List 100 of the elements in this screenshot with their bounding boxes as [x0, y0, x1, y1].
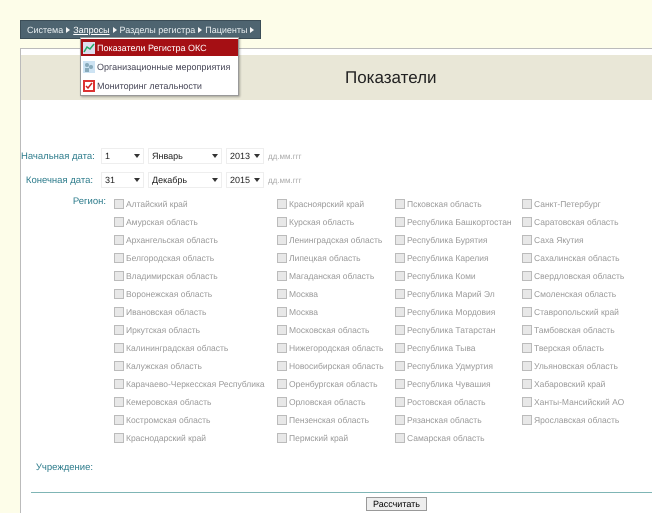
region-name: Республика Мордовия [407, 307, 496, 317]
region-name: Архангельская область [126, 235, 218, 245]
region-checkbox[interactable] [395, 289, 405, 299]
region-name: Рязанская область [407, 415, 482, 425]
region-checkbox[interactable] [114, 415, 124, 425]
region-name: Новосибирская область [289, 361, 384, 371]
calculate-button[interactable]: Рассчитать [366, 497, 427, 511]
region-checkbox[interactable] [522, 415, 532, 425]
region-checkbox[interactable] [277, 271, 287, 281]
region-checkbox[interactable] [277, 343, 287, 353]
region-label: Регион: [72, 196, 107, 207]
region-name: Тверская область [534, 343, 604, 353]
dropdown-item[interactable]: Показатели Регистра ОКС [81, 39, 238, 56]
checklist-icon [83, 80, 95, 92]
region-name: Свердловская область [534, 271, 624, 281]
day-select[interactable]: 31 [101, 172, 144, 188]
region-name: Кемеровская область [126, 397, 212, 407]
arrow-icon [66, 26, 70, 32]
menu-item[interactable]: Разделы регистра [120, 24, 196, 34]
region-checkbox[interactable] [395, 325, 405, 335]
region-checkbox[interactable] [277, 433, 287, 443]
region-checkbox[interactable] [114, 325, 124, 335]
region-checkbox[interactable] [522, 361, 532, 371]
region-checkbox[interactable] [114, 379, 124, 389]
region-checkbox[interactable] [277, 289, 287, 299]
region-name: Карачаево-Черкесская Республика [126, 379, 265, 389]
date-label: Начальная дата: [21, 150, 96, 162]
region-checkbox[interactable] [522, 379, 532, 389]
region-checkbox[interactable] [277, 253, 287, 263]
region-name: Ростовская область [407, 397, 486, 407]
region-checkbox[interactable] [395, 217, 405, 227]
region-name: Ставропольский край [534, 307, 619, 317]
region-checkbox[interactable] [522, 343, 532, 353]
region-checkbox[interactable] [522, 325, 532, 335]
region-checkbox[interactable] [114, 361, 124, 371]
region-name: Московская область [289, 325, 370, 335]
date-format-hint: дд.мм.ггг [268, 152, 302, 160]
region-checkbox[interactable] [395, 271, 405, 281]
region-name: Смоленская область [534, 289, 616, 299]
region-checkbox[interactable] [114, 397, 124, 407]
region-checkbox[interactable] [277, 307, 287, 317]
region-name: Пермский край [289, 433, 348, 443]
region-name: Пензенская область [289, 415, 370, 425]
menu-item[interactable]: Запросы [73, 24, 110, 34]
region-checkbox[interactable] [395, 415, 405, 425]
region-checkbox[interactable] [114, 307, 124, 317]
region-checkbox[interactable] [114, 217, 124, 227]
region-name: Республика Удмуртия [407, 361, 493, 371]
region-checkbox[interactable] [277, 199, 287, 209]
region-name: Саратовская область [534, 217, 618, 227]
region-checkbox[interactable] [277, 397, 287, 407]
region-name: Сахалинская область [534, 253, 620, 263]
region-checkbox[interactable] [114, 343, 124, 353]
year-select[interactable]: 2015 [226, 172, 264, 188]
region-checkbox[interactable] [277, 361, 287, 371]
region-checkbox[interactable] [114, 253, 124, 263]
region-checkbox[interactable] [522, 271, 532, 281]
dropdown-item[interactable]: Мониторинг летальности [81, 77, 238, 94]
region-checkbox[interactable] [522, 235, 532, 245]
arrow-icon [250, 26, 254, 32]
region-checkbox[interactable] [395, 397, 405, 407]
region-checkbox[interactable] [522, 253, 532, 263]
region-checkbox[interactable] [277, 325, 287, 335]
page-title: Показатели [345, 68, 437, 88]
region-checkbox[interactable] [522, 199, 532, 209]
region-checkbox[interactable] [277, 379, 287, 389]
chart-icon [83, 42, 95, 54]
region-checkbox[interactable] [395, 361, 405, 371]
region-checkbox[interactable] [522, 307, 532, 317]
arrow-icon [112, 26, 117, 32]
region-name: Москва [289, 307, 318, 317]
region-checkbox[interactable] [114, 433, 124, 443]
region-checkbox[interactable] [395, 235, 405, 245]
menu-item[interactable]: Система [27, 24, 64, 34]
month-select[interactable]: Декабрь [148, 172, 222, 188]
region-checkbox[interactable] [114, 289, 124, 299]
region-checkbox[interactable] [395, 379, 405, 389]
region-checkbox[interactable] [522, 397, 532, 407]
region-checkbox[interactable] [114, 235, 124, 245]
month-select[interactable]: Январь [148, 148, 222, 164]
region-checkbox[interactable] [395, 307, 405, 317]
region-name: Ивановская область [126, 307, 206, 317]
region-checkbox[interactable] [114, 199, 124, 209]
region-checkbox[interactable] [395, 343, 405, 353]
region-checkbox[interactable] [395, 253, 405, 263]
region-checkbox[interactable] [277, 235, 287, 245]
institution-label: Учреждение: [34, 462, 94, 473]
dropdown-item[interactable]: Организационные мероприятия [81, 58, 238, 75]
region-checkbox[interactable] [277, 415, 287, 425]
year-select[interactable]: 2013 [226, 148, 264, 164]
region-checkbox[interactable] [277, 217, 287, 227]
region-checkbox[interactable] [114, 271, 124, 281]
day-select[interactable]: 1 [101, 148, 144, 164]
menu-item[interactable]: Пациенты [205, 24, 248, 34]
region-name: Республика Бурятия [407, 235, 488, 245]
region-checkbox[interactable] [522, 217, 532, 227]
region-checkbox[interactable] [522, 289, 532, 299]
region-name: Калининградская область [126, 343, 228, 353]
region-checkbox[interactable] [395, 433, 405, 443]
region-checkbox[interactable] [395, 199, 405, 209]
